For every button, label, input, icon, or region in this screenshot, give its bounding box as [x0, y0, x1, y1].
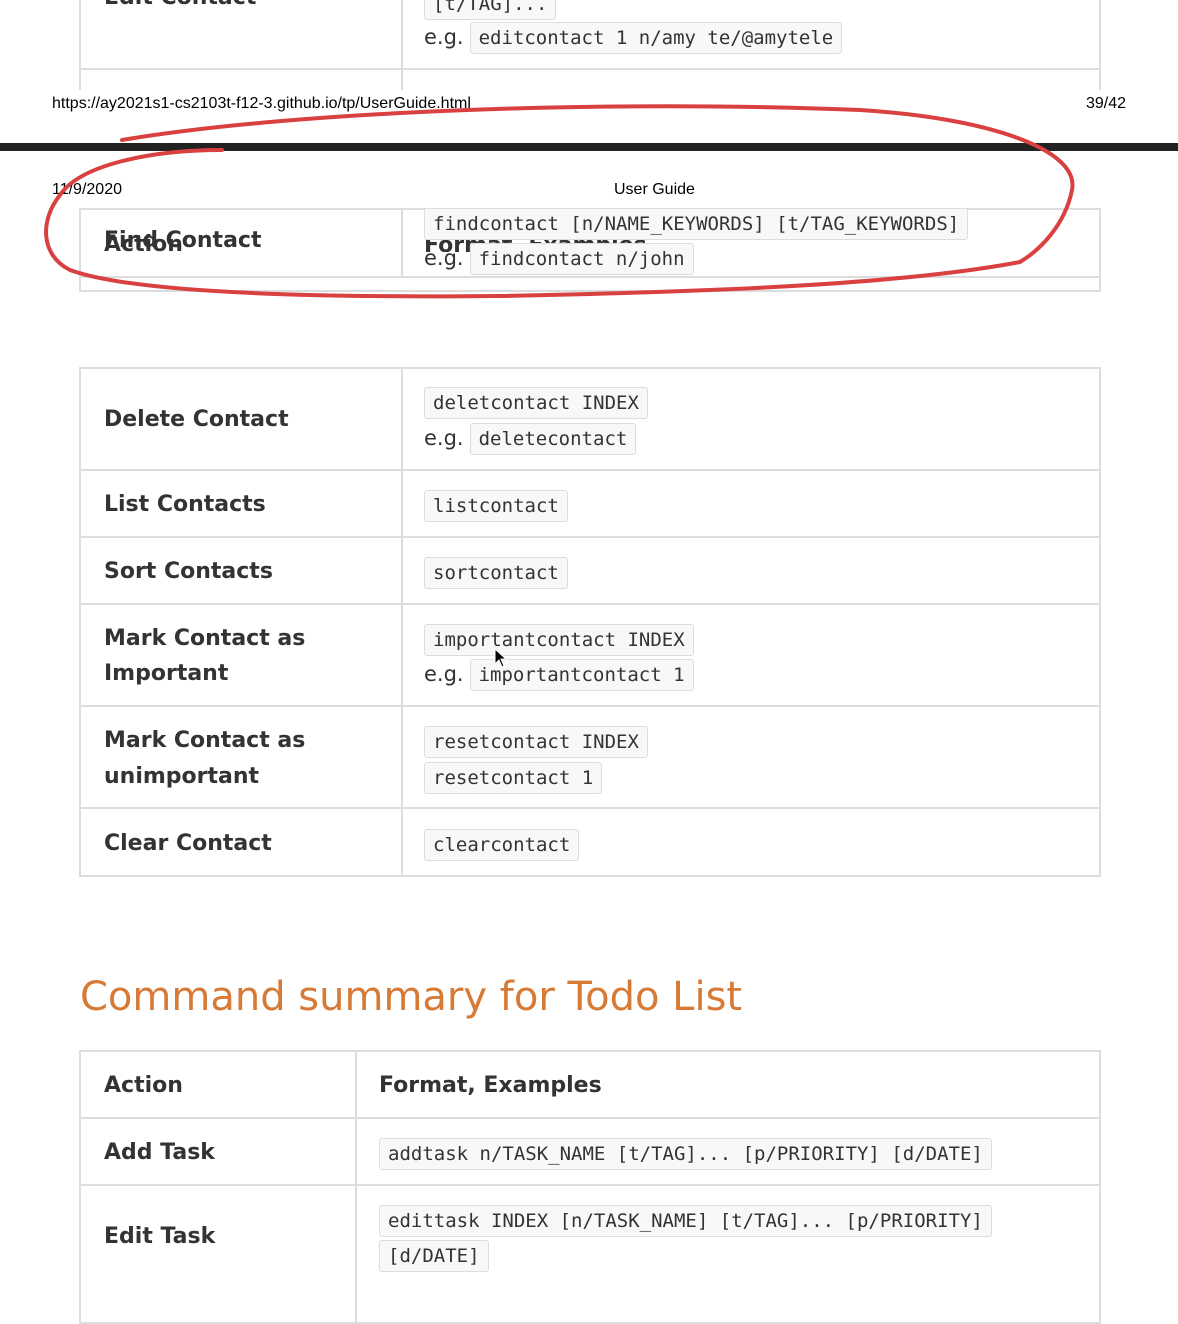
code-snippet: resetcontact 1 — [424, 762, 603, 794]
code-snippet: deletcontact INDEX — [424, 387, 648, 419]
code-snippet: listcontact — [424, 490, 568, 522]
edit-task-format-line1: edittask INDEX [n/TASK_NAME] [t/TAG]... … — [379, 1205, 992, 1237]
delete-contact-example-line: e.g. deletecontact — [424, 423, 637, 455]
example-prefix: e.g. — [424, 662, 464, 686]
sort-contacts-action: Sort Contacts — [104, 559, 273, 584]
clear-contact-action: Clear Contact — [104, 831, 272, 856]
mark-unimportant-example-line: resetcontact 1 — [424, 762, 603, 794]
add-task-action: Add Task — [104, 1140, 215, 1165]
todo-header-action: Action — [104, 1073, 183, 1098]
code-snippet: importantcontact INDEX — [424, 624, 694, 656]
mark-important-action-line2: Important — [104, 661, 229, 686]
code-snippet: clearcontact — [424, 829, 580, 861]
sort-contacts-format-line: sortcontact — [424, 557, 568, 589]
edit-task-format-line2: [d/DATE] — [379, 1240, 489, 1272]
mouse-cursor-icon — [494, 648, 508, 668]
code-snippet: deletecontact — [469, 423, 637, 455]
todo-section-heading: Command summary for Todo List — [80, 974, 743, 1020]
mark-unimportant-action-line1: Mark Contact as — [104, 728, 306, 753]
code-snippet: edittask INDEX [n/TASK_NAME] [t/TAG]... … — [379, 1205, 992, 1237]
code-snippet: sortcontact — [424, 557, 568, 589]
table-cell — [401, 367, 1101, 471]
clear-contact-format-line: clearcontact — [424, 829, 580, 861]
mark-important-format-line: importantcontact INDEX — [424, 624, 694, 656]
list-contacts-action: List Contacts — [104, 492, 266, 517]
annotation-stroke — [44, 104, 1075, 299]
add-task-format-line: addtask n/TASK_NAME [t/TAG]... [p/PRIORI… — [379, 1138, 992, 1170]
mark-important-example-line: e.g. importantcontact 1 — [424, 659, 694, 691]
delete-contact-action: Delete Contact — [104, 407, 289, 432]
red-annotation-ellipse — [44, 104, 1075, 299]
edit-task-action: Edit Task — [104, 1224, 216, 1249]
mark-unimportant-action-line2: unimportant — [104, 764, 260, 789]
code-snippet: resetcontact INDEX — [424, 726, 648, 758]
list-contacts-format-line: listcontact — [424, 490, 568, 522]
mark-unimportant-format-line: resetcontact INDEX — [424, 726, 648, 758]
mark-important-action-line1: Mark Contact as — [104, 626, 306, 651]
todo-header-format: Format, Examples — [379, 1073, 602, 1098]
example-prefix: e.g. — [424, 426, 464, 450]
code-snippet: [d/DATE] — [379, 1240, 489, 1272]
delete-contact-format-line: deletcontact INDEX — [424, 387, 648, 419]
code-snippet: addtask n/TASK_NAME [t/TAG]... [p/PRIORI… — [379, 1138, 992, 1170]
